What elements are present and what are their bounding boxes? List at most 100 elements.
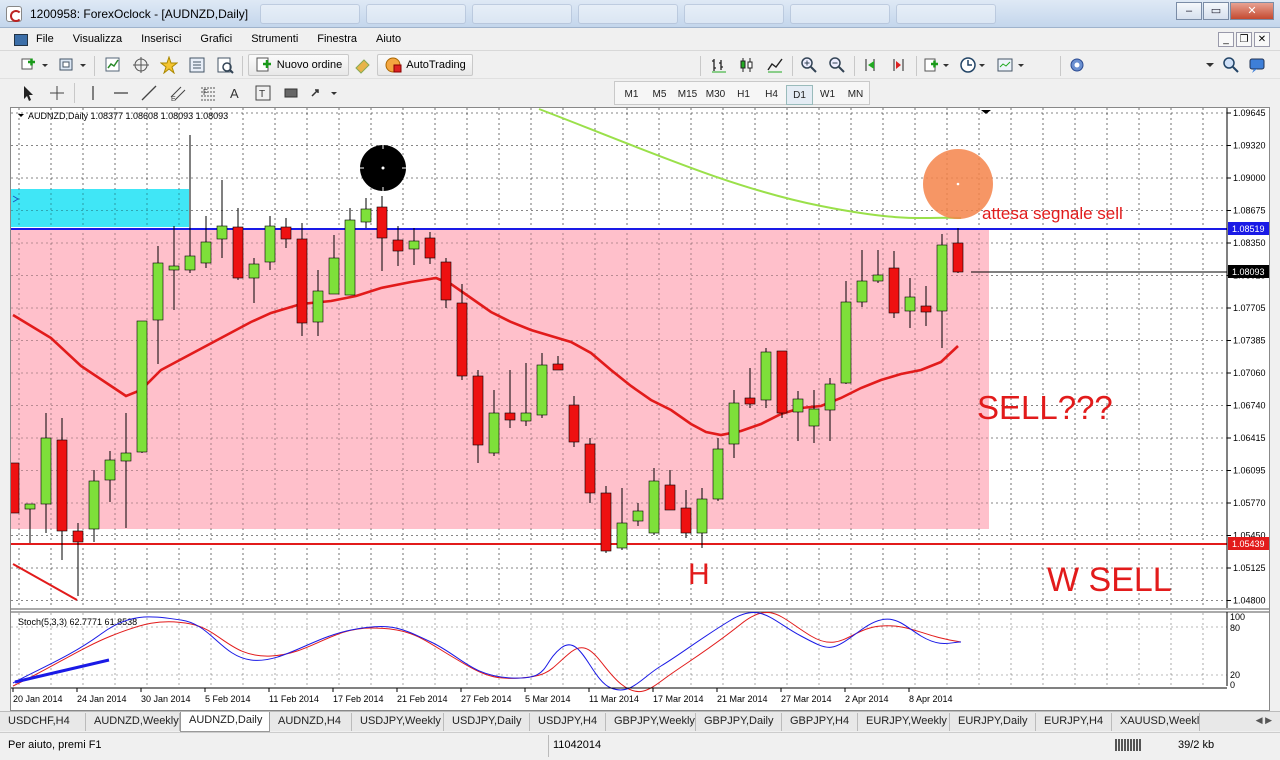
chart-tab-xauusd-weekly[interactable]: XAUUSD,Weekly: [1112, 713, 1200, 731]
candle[interactable]: [88, 470, 100, 542]
profiles-button[interactable]: [56, 54, 90, 76]
chart-tab-audnzd-weekly[interactable]: AUDNZD,Weekly: [86, 713, 180, 731]
timeframe-h4[interactable]: H4: [758, 85, 785, 105]
candle[interactable]: [600, 486, 612, 553]
candle[interactable]: [344, 208, 356, 296]
metaeditor-icon[interactable]: [352, 54, 374, 76]
menu-file[interactable]: File: [36, 33, 54, 45]
fibonacci-icon[interactable]: F: [196, 82, 220, 104]
chart-tab-usdchf-h4[interactable]: USDCHF,H4: [0, 713, 86, 731]
zoom-in-icon[interactable]: [798, 54, 820, 76]
timeframe-m30[interactable]: M30: [702, 85, 729, 105]
new-chart-button[interactable]: [18, 54, 52, 76]
candle[interactable]: [360, 198, 372, 228]
equidistant-channel-icon[interactable]: E: [166, 82, 190, 104]
terminal-icon[interactable]: [186, 54, 208, 76]
menu-strumenti[interactable]: Strumenti: [251, 33, 298, 45]
text-label-icon[interactable]: T: [252, 82, 274, 104]
close-button[interactable]: ✕: [1230, 2, 1274, 20]
chart-window-icon[interactable]: [14, 34, 28, 46]
menu-visualizza[interactable]: Visualizza: [73, 33, 122, 45]
strategy-tester-icon[interactable]: [214, 54, 236, 76]
chart-tab-audnzd-h4[interactable]: AUDNZD,H4: [270, 713, 352, 731]
supply-zone-rectangle[interactable]: [11, 189, 189, 227]
horizontal-line-icon[interactable]: [110, 82, 132, 104]
mdi-restore-button[interactable]: ❐: [1236, 32, 1252, 47]
market-watch-icon[interactable]: [102, 54, 124, 76]
stoch-trendline[interactable]: [14, 658, 110, 684]
menu-finestra[interactable]: Finestra: [317, 33, 357, 45]
auto-scroll-icon[interactable]: [860, 54, 882, 76]
candle[interactable]: [232, 208, 244, 280]
autotrading-button[interactable]: AutoTrading: [377, 54, 473, 76]
favorites-star-icon[interactable]: [158, 54, 180, 76]
chart-tab-gbpjpy-weekly[interactable]: GBPJPY,Weekly: [606, 713, 696, 731]
chart-tab-eurjpy-weekly[interactable]: EURJPY,Weekly: [858, 713, 950, 731]
candle[interactable]: [8, 462, 20, 514]
mdi-close-button[interactable]: ✕: [1254, 32, 1270, 47]
head-annotation[interactable]: H: [688, 558, 710, 591]
menu-inserisci[interactable]: Inserisci: [141, 33, 181, 45]
chart-tab-gbpjpy-daily[interactable]: GBPJPY,Daily: [696, 713, 782, 731]
drawn-trendline[interactable]: [12, 563, 78, 601]
candle[interactable]: [136, 320, 148, 453]
candle[interactable]: [760, 348, 772, 408]
tab-scroll-arrows[interactable]: ◀ ▶: [1256, 715, 1272, 726]
search-icon[interactable]: [1220, 54, 1242, 76]
chart-tab-eurjpy-daily[interactable]: EURJPY,Daily: [950, 713, 1036, 731]
candlestick-chart-icon[interactable]: [736, 54, 758, 76]
periods-button[interactable]: [958, 54, 990, 76]
timeframe-m5[interactable]: M5: [646, 85, 673, 105]
w-sell-annotation[interactable]: W SELL: [1047, 561, 1172, 599]
timeframe-mn[interactable]: MN: [842, 85, 869, 105]
crosshair-icon[interactable]: [46, 82, 68, 104]
sell-question-annotation[interactable]: SELL???: [977, 389, 1113, 426]
chart-tab-usdjpy-daily[interactable]: USDJPY,Daily: [444, 713, 530, 731]
candle[interactable]: [264, 216, 276, 270]
chart-tab-gbpjpy-h4[interactable]: GBPJPY,H4: [782, 713, 858, 731]
chart-shift-icon[interactable]: [888, 54, 910, 76]
menu-aiuto[interactable]: Aiuto: [376, 33, 401, 45]
navigator-icon[interactable]: [130, 54, 152, 76]
timeframe-m1[interactable]: M1: [618, 85, 645, 105]
mdi-minimize-button[interactable]: _: [1218, 32, 1234, 47]
candle[interactable]: [200, 216, 212, 268]
candle[interactable]: [72, 523, 84, 596]
new-order-icon: [256, 57, 271, 72]
candle[interactable]: [296, 223, 308, 336]
chart-tab-audnzd-daily[interactable]: AUDNZD,Daily: [180, 712, 270, 732]
timeframe-d1[interactable]: D1: [786, 85, 813, 105]
chat-icon[interactable]: [1246, 54, 1268, 76]
line-chart-icon[interactable]: [764, 54, 786, 76]
rectangle-icon[interactable]: [280, 82, 302, 104]
cursor-icon[interactable]: [18, 82, 40, 104]
chart-tab-usdjpy-weekly[interactable]: USDJPY,Weekly: [352, 713, 444, 731]
chart-window[interactable]: 1.09645 1.09320 1.09000 1.08675 1.08350 1.080…: [8, 107, 1270, 711]
settings-gear-icon[interactable]: [1066, 54, 1088, 76]
minimize-button[interactable]: –: [1176, 2, 1202, 20]
chart-tab-eurjpy-h4[interactable]: EURJPY,H4: [1036, 713, 1112, 731]
price-chart[interactable]: 1.09645 1.09320 1.09000 1.08675 1.08350 1.080…: [8, 108, 1269, 710]
timeframe-w1[interactable]: W1: [814, 85, 841, 105]
timeframe-m15[interactable]: M15: [674, 85, 701, 105]
price-axis-label: 1.09320: [1233, 141, 1266, 151]
maximize-button[interactable]: ▭: [1203, 2, 1229, 20]
timeframe-h1[interactable]: H1: [730, 85, 757, 105]
indicators-button[interactable]: [922, 54, 954, 76]
bar-chart-icon[interactable]: [708, 54, 730, 76]
chart-shift-marker[interactable]: [981, 110, 991, 114]
new-order-button[interactable]: Nuovo ordine: [248, 54, 349, 76]
app-icon[interactable]: [6, 6, 22, 22]
arrows-button[interactable]: [308, 82, 340, 104]
text-tool-icon[interactable]: A: [224, 82, 246, 104]
candle[interactable]: [584, 438, 596, 503]
search-dropdown-chevron-down-icon[interactable]: [1203, 55, 1217, 75]
wait-signal-annotation[interactable]: attesa segnale sell: [982, 204, 1123, 223]
zoom-out-icon[interactable]: [826, 54, 848, 76]
chart-tab-usdjpy-h4[interactable]: USDJPY,H4: [530, 713, 606, 731]
menu-grafici[interactable]: Grafici: [200, 33, 232, 45]
trendline-icon[interactable]: [138, 82, 160, 104]
vertical-line-icon[interactable]: [82, 82, 104, 104]
candle[interactable]: [776, 350, 788, 418]
templates-button[interactable]: [994, 54, 1028, 76]
